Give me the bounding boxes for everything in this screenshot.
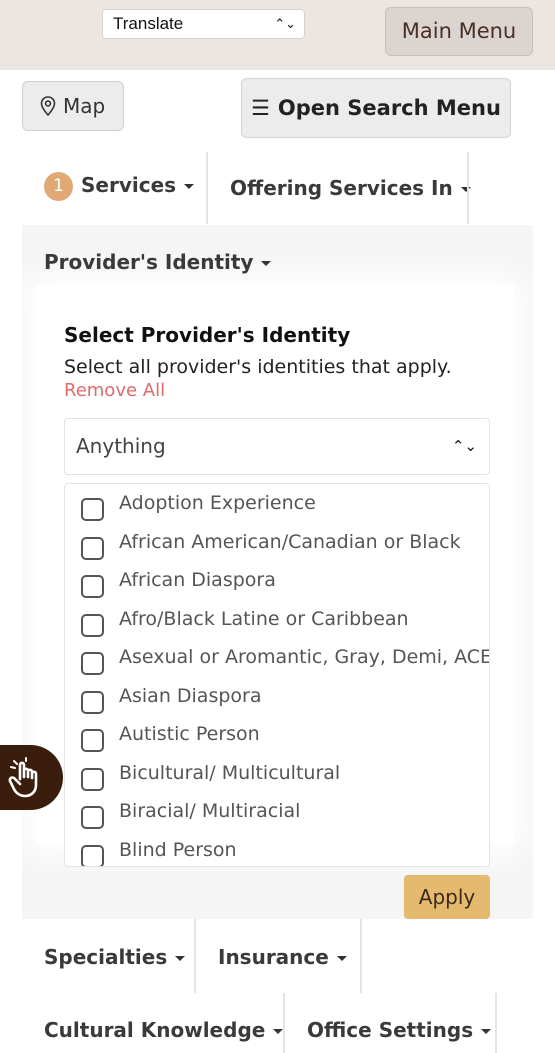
identity-select-value: Anything — [76, 434, 166, 458]
tab-identity-label: Provider's Identity — [44, 250, 254, 274]
divider — [194, 919, 196, 993]
identity-match-select[interactable]: Anything ⌃⌄ — [64, 418, 490, 475]
divider — [283, 993, 285, 1053]
checkbox[interactable] — [81, 614, 104, 637]
apply-button[interactable]: Apply — [404, 875, 490, 919]
remove-all-link[interactable]: Remove All — [64, 380, 165, 401]
tab-cultural-label: Cultural Knowledge — [44, 1018, 266, 1042]
tab-cultural-knowledge[interactable]: Cultural Knowledge — [44, 1018, 284, 1042]
tab-specialties[interactable]: Specialties — [44, 945, 186, 969]
tab-offering-label: Offering Services In — [230, 176, 453, 200]
tab-insurance-label: Insurance — [218, 945, 329, 969]
map-button[interactable]: Map — [22, 81, 124, 131]
checkbox[interactable] — [81, 537, 104, 560]
map-pin-icon — [40, 96, 56, 116]
tab-insurance[interactable]: Insurance — [218, 945, 347, 969]
divider — [495, 993, 497, 1053]
option-label: Afro/Black Latine or Caribbean — [119, 608, 409, 630]
option-label: Autistic Person — [119, 723, 260, 745]
option-label: Asexual or Aromantic, Gray, Demi, ACE — [119, 646, 490, 668]
caret-down-icon — [184, 184, 195, 189]
tab-offering-services-in[interactable]: Offering Services In — [230, 176, 471, 200]
checkbox[interactable] — [81, 652, 104, 675]
select-arrows-icon: ⌃⌄ — [451, 437, 477, 455]
translate-label: Translate — [113, 14, 184, 33]
open-search-menu-button[interactable]: ☰ Open Search Menu — [241, 78, 511, 138]
accessibility-widget-button[interactable] — [0, 745, 63, 810]
panel-subtext: Select all provider's identities that ap… — [64, 356, 452, 378]
tab-services[interactable]: 1 Services — [44, 172, 195, 201]
hamburger-icon: ☰ — [251, 96, 270, 120]
open-search-label: Open Search Menu — [277, 96, 501, 120]
caret-down-icon — [336, 956, 347, 961]
caret-down-icon — [175, 956, 186, 961]
tab-services-label: Services — [81, 173, 177, 197]
tab-office-settings[interactable]: Office Settings — [307, 1018, 492, 1042]
option-label: Blind Person — [119, 839, 237, 861]
translate-select[interactable]: Translate ⌃⌄ — [102, 9, 305, 39]
tab-providers-identity[interactable]: Provider's Identity — [44, 250, 272, 274]
select-arrows-icon: ⌃⌄ — [274, 16, 296, 31]
caret-down-icon — [460, 187, 471, 192]
main-menu-button[interactable]: Main Menu — [385, 7, 533, 56]
tab-office-label: Office Settings — [307, 1018, 474, 1042]
tab-specialties-label: Specialties — [44, 945, 168, 969]
option-label: Biracial/ Multiracial — [119, 800, 301, 822]
divider — [206, 152, 208, 224]
option-label: Bicultural/ Multicultural — [119, 762, 341, 784]
identity-options-list[interactable]: Adoption Experience African American/Can… — [64, 483, 490, 867]
checkbox[interactable] — [81, 729, 104, 752]
checkbox[interactable] — [81, 498, 104, 521]
checkbox[interactable] — [81, 806, 104, 829]
divider — [467, 152, 469, 224]
option-label: African American/Canadian or Black — [119, 531, 461, 553]
panel-heading: Select Provider's Identity — [64, 323, 351, 347]
hand-pointer-icon — [8, 757, 38, 798]
services-count-badge: 1 — [44, 172, 73, 201]
caret-down-icon — [261, 261, 272, 266]
map-label: Map — [63, 94, 106, 118]
caret-down-icon — [481, 1029, 492, 1034]
divider — [360, 919, 362, 993]
option-label: Adoption Experience — [119, 492, 316, 514]
option-label: African Diaspora — [119, 569, 276, 591]
checkbox[interactable] — [81, 768, 104, 791]
caret-down-icon — [273, 1029, 284, 1034]
checkbox[interactable] — [81, 691, 104, 714]
checkbox[interactable] — [81, 845, 104, 866]
checkbox[interactable] — [81, 575, 104, 598]
option-label: Asian Diaspora — [119, 685, 262, 707]
